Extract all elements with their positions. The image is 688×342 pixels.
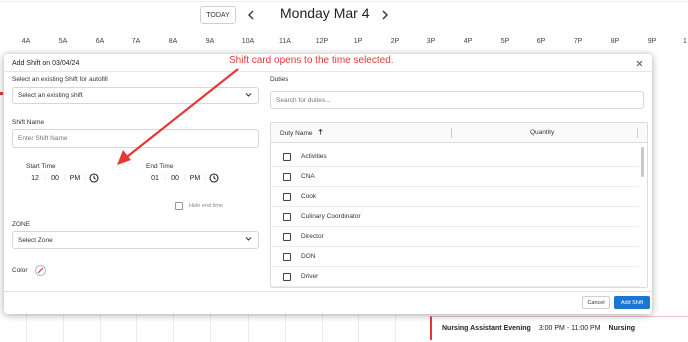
duty-name: DON bbox=[301, 253, 316, 260]
duty-checkbox[interactable] bbox=[283, 212, 291, 221]
zone-label: ZONE bbox=[12, 221, 31, 228]
cancel-button[interactable]: Cancel bbox=[582, 296, 610, 309]
end-minute[interactable]: 00 bbox=[168, 175, 182, 182]
shift-name-field[interactable] bbox=[18, 135, 258, 142]
duty-name: Driver bbox=[301, 273, 319, 280]
end-ampm[interactable]: PM bbox=[188, 175, 202, 182]
duty-row[interactable]: Culinary Coordinator bbox=[271, 207, 639, 227]
color-picker-icon[interactable] bbox=[34, 265, 46, 276]
duties-search-field[interactable] bbox=[276, 96, 643, 104]
duty-name: Director bbox=[301, 233, 324, 240]
divider bbox=[4, 71, 652, 72]
column-divider bbox=[451, 128, 452, 138]
duty-row[interactable]: Director bbox=[271, 227, 639, 247]
autofill-label: Select an existing Shift for autofill bbox=[12, 76, 108, 83]
add-shift-dialog: Add Shift on 03/04/24 Select an existing… bbox=[4, 54, 652, 314]
hide-end-time-label: Hide end time bbox=[189, 203, 223, 209]
start-time-label: Start Time bbox=[26, 163, 56, 170]
duties-label: Duties bbox=[270, 76, 289, 83]
modal-overlay: Add Shift on 03/04/24 Select an existing… bbox=[0, 0, 688, 342]
clock-icon[interactable] bbox=[88, 173, 99, 184]
duty-table: Duty Name Quantity Activities CNA Cook C… bbox=[270, 122, 648, 288]
duty-table-header: Duty Name Quantity bbox=[271, 123, 647, 143]
zone-select[interactable]: Select Zone bbox=[12, 231, 259, 249]
duty-checkbox[interactable] bbox=[283, 252, 291, 261]
duty-name-header-label: Duty Name bbox=[280, 130, 313, 137]
duty-name-column-header[interactable]: Duty Name bbox=[280, 128, 323, 137]
duties-search-input[interactable] bbox=[270, 91, 644, 109]
duty-row[interactable]: Driver bbox=[271, 267, 639, 287]
hide-end-time-checkbox[interactable] bbox=[175, 202, 183, 210]
color-label: Color bbox=[12, 267, 28, 274]
hide-end-time-toggle[interactable]: Hide end time bbox=[175, 202, 223, 210]
start-ampm[interactable]: PM bbox=[68, 175, 82, 182]
quantity-column-header[interactable]: Quantity bbox=[530, 129, 554, 136]
end-hour[interactable]: 01 bbox=[148, 175, 162, 182]
end-time-picker[interactable]: 01 ⋮ 00 ⋮ PM ⋮ bbox=[148, 171, 219, 185]
autofill-select[interactable]: Select an existing shift bbox=[12, 87, 259, 104]
chevron-down-icon bbox=[245, 237, 252, 244]
duty-row[interactable]: Cook bbox=[271, 187, 639, 207]
color-row: Color bbox=[12, 265, 46, 276]
shift-name-input[interactable] bbox=[12, 129, 259, 148]
duty-checkbox[interactable] bbox=[283, 172, 291, 181]
duty-checkbox[interactable] bbox=[283, 272, 291, 281]
duty-name: Activities bbox=[301, 153, 327, 160]
duty-checkbox[interactable] bbox=[283, 152, 291, 161]
start-hour[interactable]: 12 bbox=[28, 175, 42, 182]
arrow-up-icon bbox=[318, 128, 323, 137]
autofill-value: Select an existing shift bbox=[18, 92, 83, 99]
column-divider bbox=[637, 128, 638, 138]
chevron-down-icon bbox=[245, 92, 252, 99]
duty-row[interactable]: DON bbox=[271, 247, 639, 267]
annotation-text: Shift card opens to the time selected. bbox=[229, 55, 394, 66]
duty-checkbox[interactable] bbox=[283, 192, 291, 201]
close-icon[interactable] bbox=[634, 58, 644, 68]
clock-icon[interactable] bbox=[208, 173, 219, 184]
duty-row[interactable]: CNA bbox=[271, 167, 639, 187]
end-time-label: End Time bbox=[146, 163, 174, 170]
duty-name: Culinary Coordinator bbox=[301, 213, 361, 220]
duty-name: Cook bbox=[301, 193, 317, 200]
add-shift-button[interactable]: Add Shift bbox=[614, 296, 650, 309]
duty-row[interactable]: Activities bbox=[271, 147, 639, 167]
dialog-title: Add Shift on 03/04/24 bbox=[12, 60, 80, 67]
duty-name: CNA bbox=[301, 173, 315, 180]
duty-checkbox[interactable] bbox=[283, 232, 291, 241]
start-minute[interactable]: 00 bbox=[48, 175, 62, 182]
divider bbox=[4, 291, 652, 292]
shift-name-label: Shift Name bbox=[12, 119, 45, 126]
zone-value: Select Zone bbox=[18, 236, 53, 244]
duty-table-scrollbar[interactable] bbox=[641, 147, 644, 177]
start-time-picker[interactable]: 12 ⋮ 00 ⋮ PM ⋮ bbox=[28, 171, 99, 185]
